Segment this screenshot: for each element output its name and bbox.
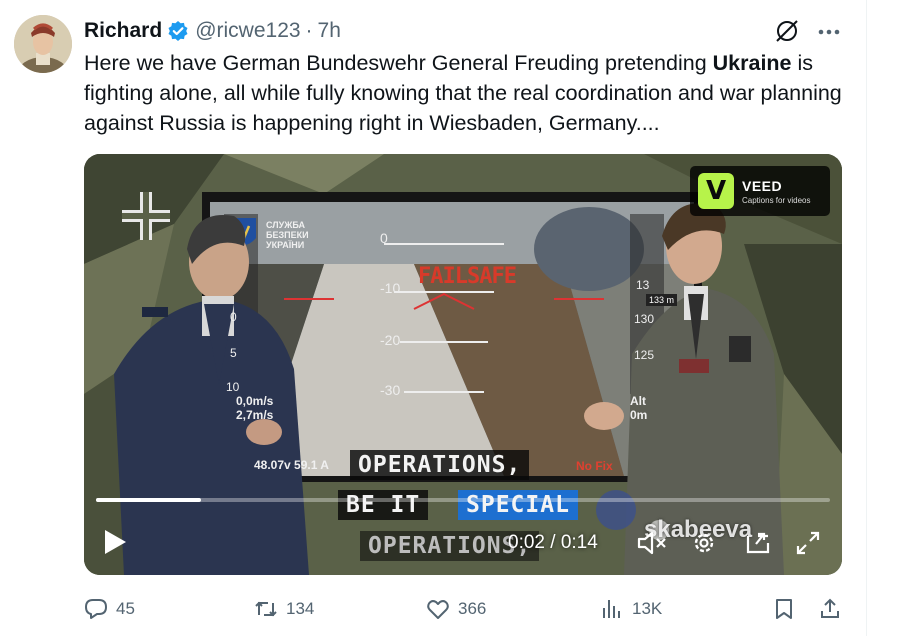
hud-alt: Alt	[630, 394, 646, 408]
caption-line2b: SPECIAL	[458, 490, 578, 520]
veed-badge: V VEED Captions for videos	[690, 166, 830, 216]
header-separator: ·	[305, 19, 313, 42]
hud-altitude-marker: 133 m	[646, 294, 678, 306]
play-icon[interactable]	[102, 528, 128, 556]
veed-title: VEED	[742, 177, 783, 194]
bookmark-button[interactable]	[772, 592, 804, 626]
veed-logo-icon: V	[698, 173, 734, 209]
tweet-text-part1: Here we have German Bundeswehr General F…	[84, 51, 713, 75]
video-progress-fill	[96, 498, 201, 502]
grok-icon[interactable]	[774, 18, 800, 44]
veed-subtitle: Captions for videos	[742, 195, 811, 205]
like-button[interactable]: 366	[426, 592, 486, 626]
reply-button[interactable]: 45	[84, 592, 135, 626]
author-handle[interactable]: @ricwe123	[195, 19, 300, 43]
share-button[interactable]	[818, 592, 850, 626]
more-icon[interactable]	[816, 20, 842, 44]
hud-pitch-30: -30	[380, 382, 401, 398]
hud-ladder-left-5: 5	[230, 346, 237, 360]
caption-line2a: BE IT	[338, 490, 429, 520]
hud-pitch-10: -10	[380, 280, 401, 296]
tweet-timestamp[interactable]: 7h	[318, 19, 341, 43]
like-icon	[427, 600, 449, 619]
share-icon	[821, 598, 839, 618]
hud-org: СЛУЖБА БЕЗПЕКИ УКРАЇНИ	[266, 220, 309, 250]
reply-icon	[85, 599, 107, 619]
hud-ladder-right-125: 125	[634, 348, 655, 362]
video-time: 0:02 / 0:14	[508, 532, 598, 554]
tweet-actions: 45 134 366 13K	[84, 592, 844, 626]
repost-icon	[255, 601, 277, 617]
reply-count: 45	[116, 599, 135, 618]
caption-line1: OPERATIONS,	[350, 450, 530, 480]
hud-speed2: 2,7m/s	[236, 408, 274, 422]
views-icon	[603, 600, 620, 618]
repost-button[interactable]: 134	[254, 592, 314, 626]
pip-icon[interactable]	[744, 529, 772, 557]
hud-pitch-20: -20	[380, 332, 401, 348]
hud-nofix: No Fix	[576, 459, 613, 473]
hud-ladder-left-10: 10	[226, 380, 240, 394]
hud-failsafe: FAILSAFE	[418, 264, 517, 289]
video-player[interactable]: СЛУЖБА БЕЗПЕКИ УКРАЇНИ FAILSAFE 0 -10 -2…	[84, 154, 842, 575]
video-time-separator: /	[550, 532, 556, 553]
video-time-total: 0:14	[560, 532, 598, 553]
verified-badge-icon	[168, 21, 188, 41]
author-name[interactable]: Richard	[84, 19, 162, 43]
hud-ladder-right-130: 130	[634, 312, 655, 326]
settings-icon[interactable]	[690, 529, 718, 557]
hud-ladder-left-0: 0	[230, 310, 237, 324]
hud-alt-value: 0m	[630, 408, 648, 422]
like-count: 366	[458, 599, 487, 618]
fullscreen-icon[interactable]	[794, 529, 822, 557]
video-time-current: 0:02	[508, 532, 545, 553]
tweet-header: Richard @ricwe123 · 7h	[84, 16, 341, 46]
repost-count: 134	[286, 599, 315, 618]
tweet-text-bold: Ukraine	[712, 51, 792, 75]
tweet-text: Here we have German Bundeswehr General F…	[84, 48, 854, 138]
hud-pitch-0: 0	[380, 230, 388, 246]
hud-ladder-right-13: 13	[636, 278, 650, 292]
views-button[interactable]: 13K	[600, 592, 662, 626]
hud-speed1: 0,0m/s	[236, 394, 274, 408]
bookmark-icon	[776, 599, 792, 619]
hud-battery: 48.07v 59.1 A	[254, 458, 329, 472]
avatar[interactable]	[14, 15, 72, 73]
video-progress-bar[interactable]	[96, 498, 830, 502]
view-count: 13K	[632, 599, 663, 618]
volume-muted-icon[interactable]	[636, 529, 668, 557]
timeline-border	[866, 0, 867, 636]
